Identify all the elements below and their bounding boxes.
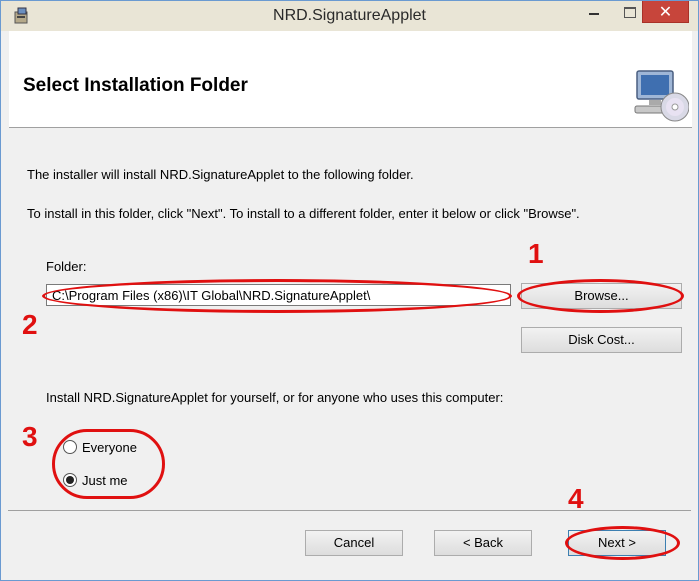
computer-cd-icon bbox=[634, 70, 689, 122]
disk-cost-button[interactable]: Disk Cost... bbox=[521, 327, 682, 353]
annotation-ring-folder bbox=[42, 279, 512, 313]
annotation-3: 3 bbox=[22, 421, 38, 452]
annotation-ring-radios bbox=[52, 429, 165, 499]
title-bar: NRD.SignatureApplet ✕ bbox=[1, 1, 698, 31]
annotation-ring-next bbox=[565, 526, 680, 560]
intro-text-1: The installer will install NRD.Signature… bbox=[27, 167, 414, 182]
intro-text-2: To install in this folder, click "Next".… bbox=[27, 206, 580, 221]
install-for-prompt: Install NRD.SignatureApplet for yourself… bbox=[46, 390, 504, 405]
annotation-4: 4 bbox=[568, 483, 584, 514]
page-title: Select Installation Folder bbox=[23, 75, 248, 96]
annotation-1: 1 bbox=[528, 238, 544, 269]
minimize-button[interactable] bbox=[578, 1, 612, 23]
close-icon: ✕ bbox=[658, 4, 673, 21]
folder-label: Folder: bbox=[46, 259, 87, 274]
annotation-2: 2 bbox=[22, 309, 38, 340]
back-button[interactable]: < Back bbox=[434, 530, 532, 556]
wizard-header: Select Installation Folder bbox=[9, 31, 692, 128]
close-button[interactable]: ✕ bbox=[642, 1, 689, 23]
cancel-button[interactable]: Cancel bbox=[305, 530, 403, 556]
annotation-ring-browse bbox=[517, 279, 684, 313]
footer-separator bbox=[8, 510, 691, 511]
